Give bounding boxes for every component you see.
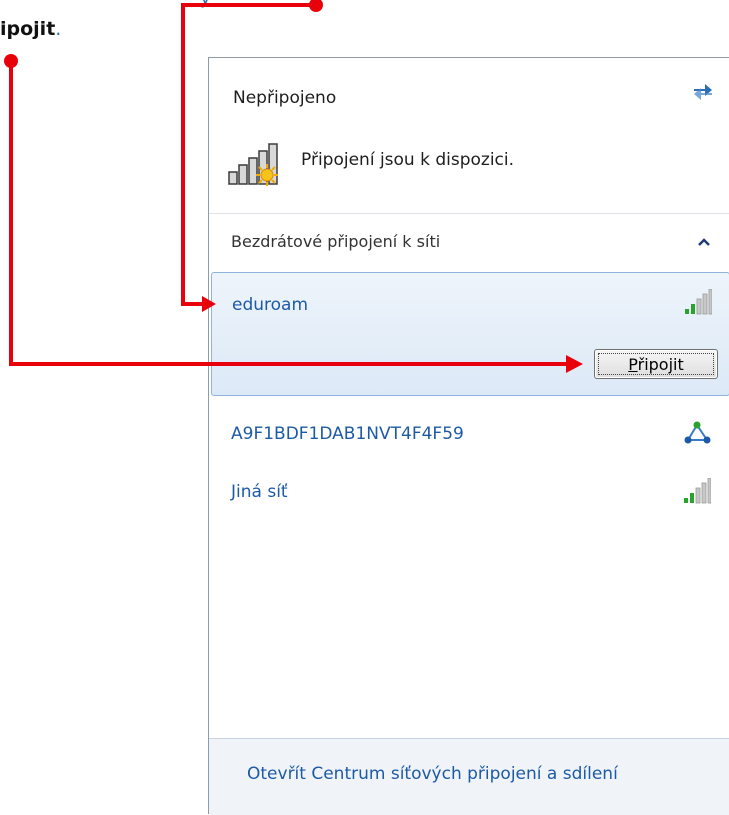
network-name: A9F1BDF1DAB1NVT4F4F59 <box>231 424 464 444</box>
network-name: Jiná síť <box>231 482 288 502</box>
connect-label: řipojit <box>637 354 684 374</box>
network-flyout: Nepřipojeno Připojení jsou k dispozici. … <box>208 57 729 815</box>
separator <box>209 213 729 214</box>
adhoc-network-icon <box>684 421 711 444</box>
connect-accel: P <box>628 354 638 374</box>
network-available-icon <box>228 143 278 186</box>
instruction-period: . <box>55 18 62 40</box>
network-center-link[interactable]: Otevřít Centrum síťových připojení a sdí… <box>247 764 618 784</box>
wifi-signal-icon <box>684 478 711 504</box>
refresh-icon[interactable] <box>690 80 716 104</box>
instruction-text: ipojit. <box>0 18 61 40</box>
network-item-adhoc[interactable]: A9F1BDF1DAB1NVT4F4F59 <box>209 410 729 458</box>
network-item-other[interactable]: Jiná síť <box>209 468 729 516</box>
instruction-fragment: y <box>200 0 211 9</box>
network-item-eduroam[interactable]: eduroam Připojit <box>211 272 729 396</box>
chevron-up-icon[interactable] <box>696 234 712 250</box>
connection-status-area: Nepřipojeno Připojení jsou k dispozici. <box>209 58 729 213</box>
footer: Otevřít Centrum síťových připojení a sdí… <box>209 739 729 815</box>
section-title: Bezdrátové připojení k síti <box>231 232 441 251</box>
status-title: Nepřipojeno <box>233 88 337 108</box>
instruction-keyword: ipojit <box>0 18 56 40</box>
network-name: eduroam <box>232 295 309 315</box>
wifi-signal-icon <box>685 289 712 315</box>
wireless-section-header[interactable]: Bezdrátové připojení k síti <box>209 218 729 268</box>
status-text: Připojení jsou k dispozici. <box>301 150 515 170</box>
connect-button[interactable]: Připojit <box>594 349 718 379</box>
